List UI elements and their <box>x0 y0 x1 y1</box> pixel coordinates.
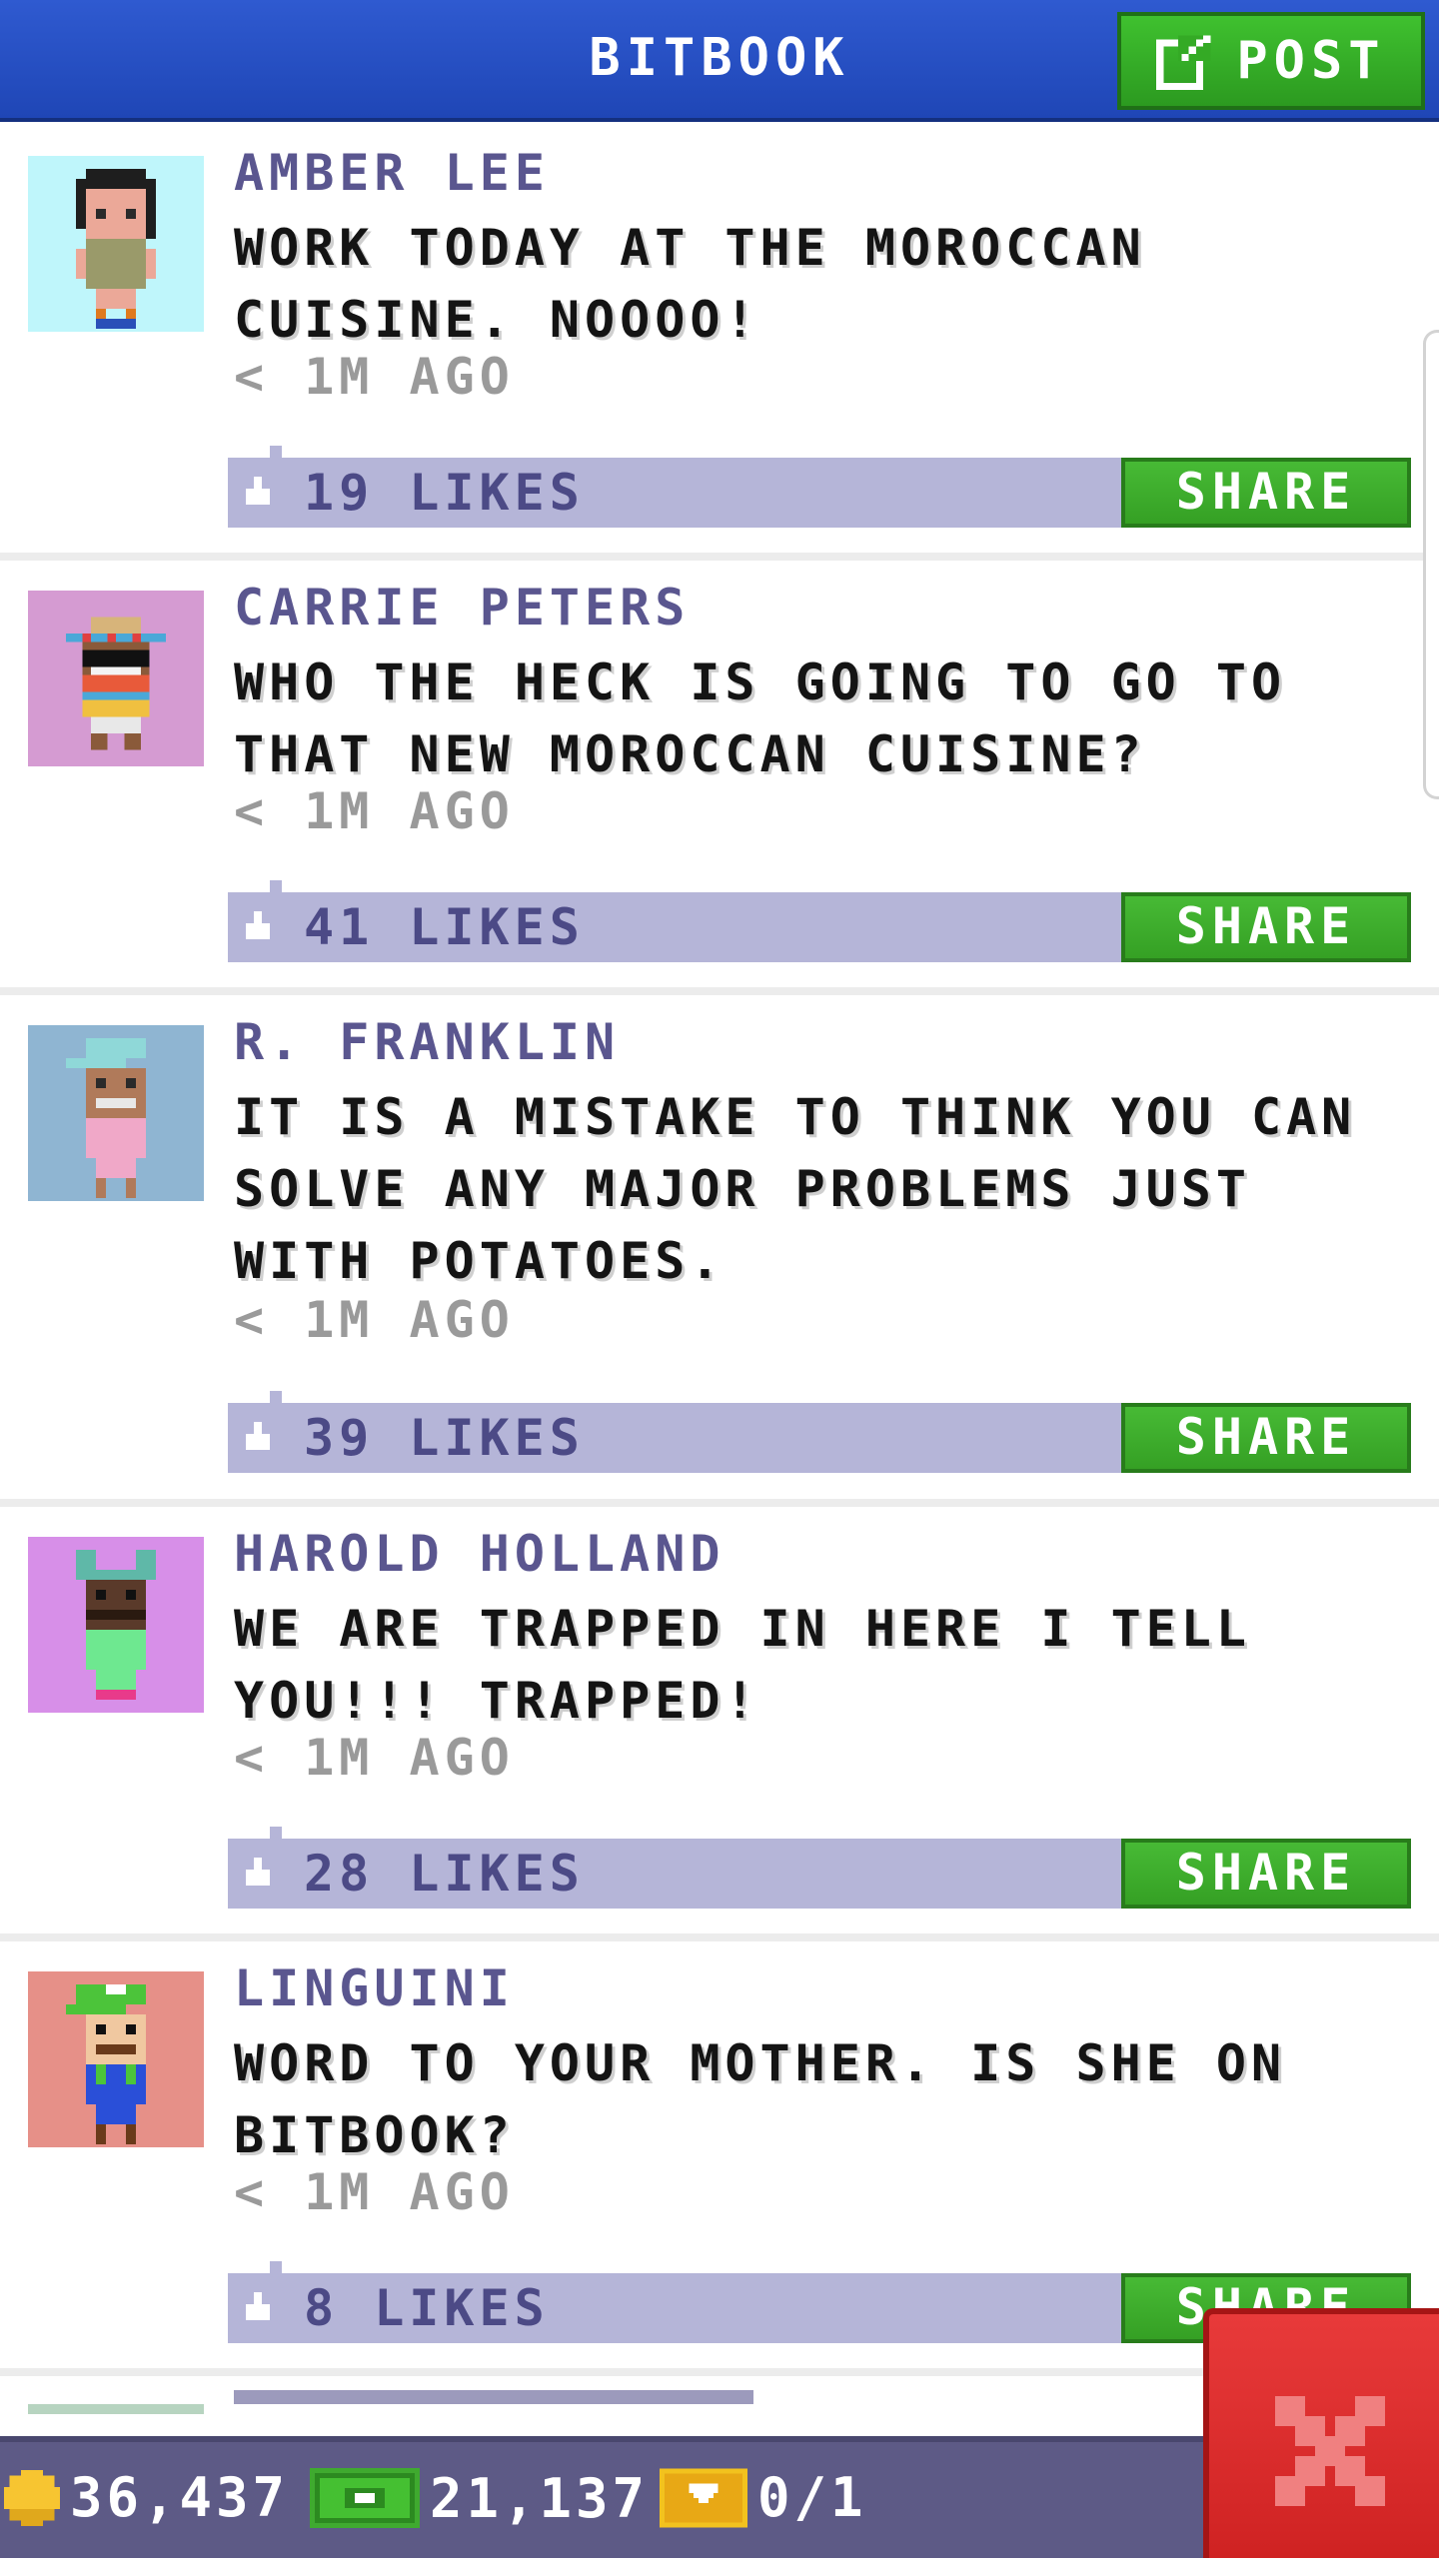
feed-post: R. FRANKLIN IT IS A MISTAKE TO THINK YOU… <box>0 995 1439 1507</box>
thumbs-up-icon[interactable] <box>242 911 274 943</box>
tickets-stat: 0/1 <box>660 2466 867 2529</box>
thumbs-up-icon[interactable] <box>242 1422 274 1454</box>
post-author: CARRIE PETERS <box>234 579 691 637</box>
cash-icon <box>310 2468 420 2528</box>
post-text: IT IS A MISTAKE TO THINK YOU CAN SOLVE A… <box>234 1088 1357 1290</box>
coins-stat: 36,437 <box>4 2466 289 2529</box>
post-author: AMBER LEE <box>234 144 550 202</box>
post-timestamp: < 1M AGO <box>234 782 515 840</box>
likes-bar: 19 LIKES SHARE <box>228 446 1411 528</box>
post-author: HAROLD HOLLAND <box>234 1525 725 1583</box>
post-author: LINGUINI <box>234 1959 515 2017</box>
share-button[interactable]: SHARE <box>1121 458 1411 528</box>
character-sprite <box>66 1984 146 2144</box>
tickets-value: 0/1 <box>757 2466 867 2529</box>
post-button-label: POST <box>1236 31 1386 91</box>
feed[interactable]: AMBER LEE WORK TODAY AT THE MOROCCAN CUI… <box>0 126 1439 2576</box>
likes-bar: 41 LIKES SHARE <box>228 880 1411 962</box>
avatar <box>28 1971 204 2147</box>
character-sprite <box>76 169 156 329</box>
post-text: WE ARE TRAPPED IN HERE I TELL YOU!!! TRA… <box>234 1600 1251 1730</box>
coins-value: 36,437 <box>70 2466 290 2529</box>
post-timestamp: < 1M AGO <box>234 1729 515 1787</box>
character-sprite <box>76 1550 156 1700</box>
post-button[interactable]: POST <box>1117 12 1425 110</box>
avatar <box>28 1025 204 1201</box>
thumbs-up-icon[interactable] <box>242 477 274 509</box>
coin-icon <box>4 2469 60 2526</box>
likes-count: 41 LIKES <box>304 898 585 956</box>
avatar <box>28 2404 204 2414</box>
post-text: WHO THE HECK IS GOING TO GO TO THAT NEW … <box>234 653 1287 783</box>
likes-count: 19 LIKES <box>304 464 585 522</box>
feed-post: CARRIE PETERS WHO THE HECK IS GOING TO G… <box>0 561 1439 995</box>
thumbs-up-icon[interactable] <box>242 2292 274 2324</box>
avatar <box>28 591 204 766</box>
character-sprite <box>66 617 166 750</box>
scroll-indicator[interactable] <box>1423 330 1439 799</box>
thumbs-up-icon[interactable] <box>242 1858 274 1890</box>
bux-stat: 21,137 <box>310 2466 649 2530</box>
ticket-icon <box>660 2468 747 2527</box>
avatar <box>28 1537 204 1713</box>
feed-post: HAROLD HOLLAND WE ARE TRAPPED IN HERE I … <box>0 1507 1439 1941</box>
top-bar: BITBOOK POST <box>0 0 1439 122</box>
bux-value: 21,137 <box>430 2466 650 2530</box>
likes-count: 8 LIKES <box>304 2279 550 2337</box>
post-author: R. FRANKLIN <box>234 1013 621 1071</box>
likes-count: 28 LIKES <box>304 1845 585 1903</box>
share-button[interactable]: SHARE <box>1121 1403 1411 1473</box>
post-timestamp: < 1M AGO <box>234 1291 515 1349</box>
share-button[interactable]: SHARE <box>1121 892 1411 962</box>
feed-post: AMBER LEE WORK TODAY AT THE MOROCCAN CUI… <box>0 126 1439 561</box>
post-timestamp: < 1M AGO <box>234 2163 515 2221</box>
share-button[interactable]: SHARE <box>1121 1839 1411 1909</box>
character-sprite <box>66 1038 146 1198</box>
post-text: WORK TODAY AT THE MOROCCAN CUISINE. NOOO… <box>234 219 1146 349</box>
post-text: WORD TO YOUR MOTHER. IS SHE ON BITBOOK? <box>234 2034 1287 2164</box>
likes-count: 39 LIKES <box>304 1409 585 1467</box>
close-icon <box>1275 2396 1385 2506</box>
likes-bar: 39 LIKES SHARE <box>228 1391 1411 1473</box>
avatar <box>28 156 204 332</box>
post-author-clipped <box>234 2390 753 2404</box>
edit-icon <box>1156 35 1211 90</box>
likes-bar: 28 LIKES SHARE <box>228 1827 1411 1909</box>
post-timestamp: < 1M AGO <box>234 348 515 406</box>
close-button[interactable] <box>1203 2308 1439 2558</box>
